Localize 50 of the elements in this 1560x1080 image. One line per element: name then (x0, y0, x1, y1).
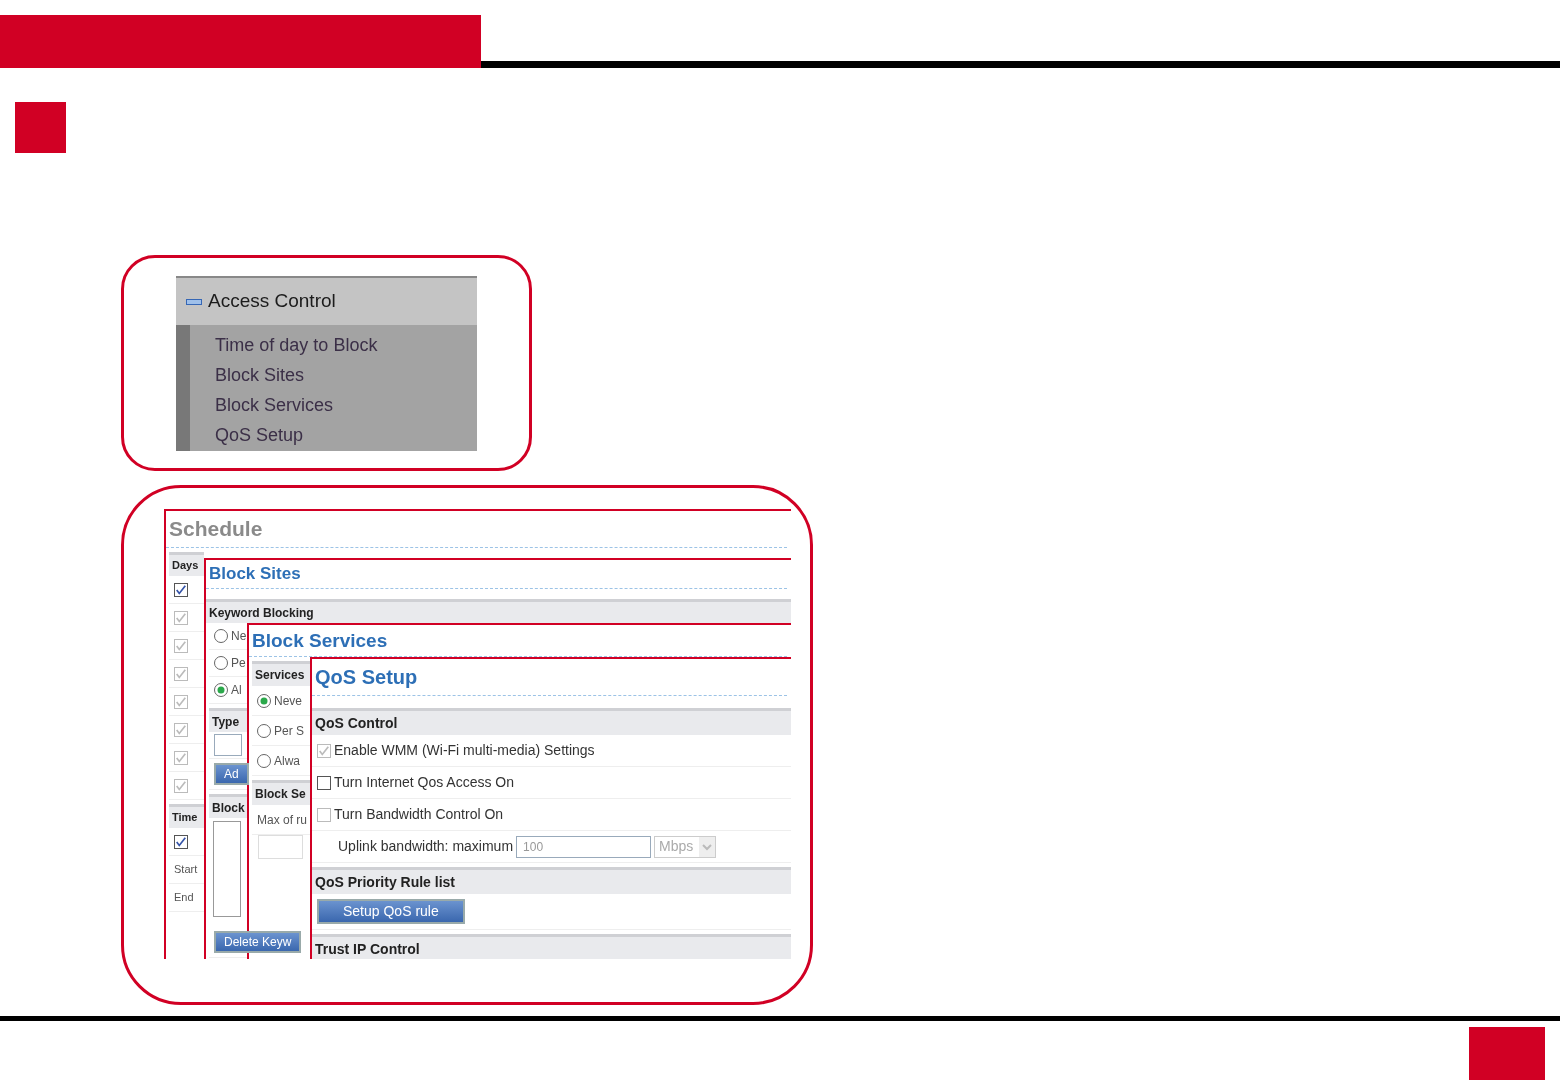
field-label: Max of ru (257, 811, 307, 829)
window-title: Schedule (169, 516, 264, 542)
radio-label: Neve (274, 692, 302, 710)
menu-item[interactable]: Block Services (215, 390, 378, 420)
checkbox[interactable] (174, 834, 188, 849)
window-title: Block Sites (209, 563, 302, 585)
rules-table (258, 835, 303, 859)
input-field[interactable] (214, 734, 242, 756)
window-title: Block Services (252, 629, 389, 653)
section-header: Time (169, 804, 204, 828)
input-field[interactable]: 100 (516, 835, 652, 858)
menu-item[interactable]: Block Sites (215, 360, 378, 390)
section-header: Block Se (252, 780, 310, 805)
section-header: Block (209, 794, 247, 818)
radio-button[interactable] (257, 723, 271, 738)
field-label: End (174, 890, 194, 906)
radio-button[interactable] (214, 683, 228, 697)
radio-button[interactable] (214, 656, 228, 670)
section-header: Keyword Blocking (206, 599, 791, 623)
section-header: Type (209, 708, 247, 732)
action-button[interactable]: Setup QoS rule (317, 899, 465, 924)
text-area[interactable] (213, 821, 241, 917)
checkbox-label: Enable WMM (Wi-Fi multi-media) Settings (334, 741, 595, 760)
section-marker (15, 102, 66, 153)
checkbox[interactable] (317, 775, 331, 790)
radio-label: Alwa (274, 752, 300, 770)
menu-item[interactable]: Time of day to Block (215, 330, 378, 360)
collapse-icon[interactable] (186, 297, 202, 306)
field-label: Uplink bandwidth: maximum (338, 837, 514, 856)
radio-label: Pe (231, 655, 246, 672)
radio-button[interactable] (257, 693, 271, 708)
checkbox-label: Turn Internet Qos Access On (334, 773, 514, 792)
radio-button[interactable] (214, 629, 228, 643)
radio-button[interactable] (257, 753, 271, 768)
checkbox[interactable] (174, 582, 188, 597)
menu-item[interactable]: QoS Setup (215, 420, 378, 450)
section-header: QoS Priority Rule list (312, 867, 791, 894)
section-header: Days (169, 552, 204, 576)
section-header: Trust IP Control (312, 934, 791, 959)
field-label: Start (174, 862, 198, 878)
radio-label: Per S (274, 722, 304, 740)
checkbox-label: Turn Bandwidth Control On (334, 805, 504, 824)
section-header: Services (252, 661, 310, 686)
radio-label: Al (231, 682, 242, 699)
section-header: QoS Control (312, 708, 791, 735)
window-title: QoS Setup (315, 665, 419, 690)
action-button[interactable]: Ad (214, 763, 249, 785)
radio-label: Ne (231, 628, 247, 645)
action-button[interactable]: Delete Keyw (214, 931, 302, 953)
caret-icon (699, 836, 716, 857)
